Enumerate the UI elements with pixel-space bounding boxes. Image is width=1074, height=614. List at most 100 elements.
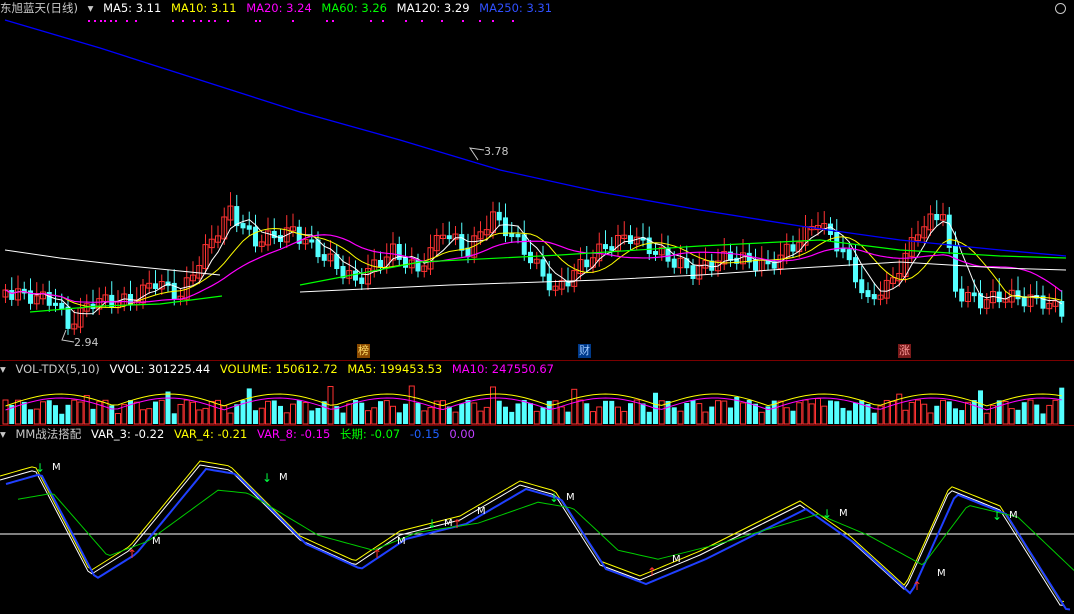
signal-label: M xyxy=(672,554,681,565)
volume-header: ▾ VOL-TDX(5,10) VVOL: 301225.44 VOLUME: … xyxy=(0,361,560,377)
volume-bar xyxy=(133,401,140,425)
event-dot xyxy=(126,20,128,22)
ma10-label: MA10: 3.11 xyxy=(170,1,237,15)
volume-bar xyxy=(390,405,396,425)
candle-down xyxy=(584,259,590,268)
volume-bar xyxy=(853,402,858,424)
event-dot xyxy=(512,20,514,22)
volume-bar xyxy=(28,409,33,424)
volume-bar xyxy=(21,401,27,424)
volume-bar xyxy=(921,403,928,425)
candle-down xyxy=(971,292,977,297)
volume-bar xyxy=(202,407,209,425)
volume-bar xyxy=(1008,408,1015,425)
volume-bar xyxy=(483,406,490,425)
volume-bar xyxy=(265,400,271,425)
volume-bar xyxy=(283,412,290,425)
event-dot xyxy=(115,20,117,22)
price-panel[interactable]: 东旭蓝天(日线) ▾ MA5: 3.11 MA10: 3.11 MA20: 3.… xyxy=(0,0,1074,360)
volume-bar xyxy=(753,403,758,424)
sell-arrow-icon: ↓ xyxy=(262,471,272,485)
buy-arrow-icon: ↑ xyxy=(127,547,137,561)
volume-bar xyxy=(177,403,184,425)
volume-bar xyxy=(671,407,677,424)
candle-down xyxy=(540,259,546,277)
volume-bar xyxy=(452,411,459,425)
indicator-panel[interactable]: ▾ MM战法搭配 VAR_3: -0.22 VAR_4: -0.21 VAR_8… xyxy=(0,426,1074,614)
volume-bar xyxy=(665,400,671,424)
candle-down xyxy=(859,279,865,294)
volume-bar xyxy=(796,402,803,425)
volume-bar xyxy=(690,400,696,424)
volume-bar xyxy=(183,399,190,425)
signal-label: M xyxy=(566,492,575,503)
vvol-label: VVOL: 301225.44 xyxy=(109,362,211,376)
volume-bar xyxy=(1040,413,1046,424)
volume-bar xyxy=(53,405,58,424)
volume-bar xyxy=(821,405,828,425)
price-low-label: 2.94 xyxy=(74,336,99,349)
candle-down xyxy=(515,233,521,238)
volume-bar xyxy=(1021,402,1027,424)
candle-down xyxy=(653,251,658,255)
volume-bar xyxy=(571,388,578,425)
event-dot xyxy=(421,20,423,22)
volume-bar xyxy=(777,400,784,425)
buy-arrow-icon: ↑ xyxy=(452,517,462,531)
candle-down xyxy=(321,254,327,261)
price-header: 东旭蓝天(日线) ▾ MA5: 3.11 MA10: 3.11 MA20: 3.… xyxy=(0,0,558,16)
event-dot xyxy=(200,20,202,22)
volume-bar xyxy=(271,400,277,424)
var3-label: VAR_3: -0.22 xyxy=(90,427,165,441)
long-label: 长期: -0.07 xyxy=(339,427,401,441)
event-marker-cai[interactable]: 财 xyxy=(578,344,591,358)
indicator-name: MM战法搭配 xyxy=(15,427,82,441)
sell-arrow-icon: ↓ xyxy=(427,517,437,531)
sell-arrow-icon: ↓ xyxy=(992,509,1002,523)
volume-bar xyxy=(496,400,502,424)
volume-bar xyxy=(633,399,640,425)
volume-bar xyxy=(503,406,508,424)
volume-bar xyxy=(615,406,621,425)
dropdown-icon[interactable]: ▾ xyxy=(0,362,6,376)
var4-label: VAR_4: -0.21 xyxy=(173,427,248,441)
volume-bar xyxy=(509,411,515,424)
candle-down xyxy=(690,265,696,279)
volume-bar xyxy=(71,399,78,425)
volume-bar xyxy=(577,399,584,425)
event-marker-zhang[interactable]: 涨 xyxy=(898,344,911,358)
volume-bar xyxy=(477,410,484,425)
volume-bar xyxy=(408,385,415,425)
price-chart xyxy=(2,19,1067,343)
sell-arrow-icon: ↓ xyxy=(549,491,559,505)
ma20-label: MA20: 3.24 xyxy=(246,1,312,15)
volume-bar xyxy=(321,401,327,424)
signal-label: M xyxy=(477,506,486,517)
v5-label: -0.15 xyxy=(409,427,440,441)
candle-down xyxy=(946,214,952,248)
candle-down xyxy=(790,244,796,252)
volume-bar xyxy=(171,413,177,424)
volume-bar xyxy=(840,407,846,424)
event-marker-bang[interactable]: 榜 xyxy=(357,344,370,358)
volume-bar xyxy=(77,401,84,425)
vol-ma5-label: MA5: 199453.53 xyxy=(347,362,443,376)
candle-down xyxy=(446,235,452,240)
dropdown-icon[interactable]: ▾ xyxy=(0,427,6,441)
volume-bar xyxy=(227,412,234,425)
volume-bar xyxy=(115,413,121,425)
volume-bar xyxy=(696,403,703,425)
volume-bar xyxy=(927,412,934,425)
volume-bar xyxy=(378,401,383,424)
volume-bar xyxy=(515,403,521,424)
dropdown-icon[interactable]: ▾ xyxy=(88,1,94,15)
volume-bar xyxy=(677,410,684,425)
volume-panel[interactable]: ▾ VOL-TDX(5,10) VVOL: 301225.44 VOLUME: … xyxy=(0,361,1074,425)
volume-bar xyxy=(721,400,728,425)
volume-bar xyxy=(628,403,633,424)
volume-bar xyxy=(684,403,690,424)
volume-bar xyxy=(808,403,815,425)
volume-bar xyxy=(790,410,796,424)
volume-bar xyxy=(1015,409,1021,424)
volume-bar xyxy=(959,410,965,424)
